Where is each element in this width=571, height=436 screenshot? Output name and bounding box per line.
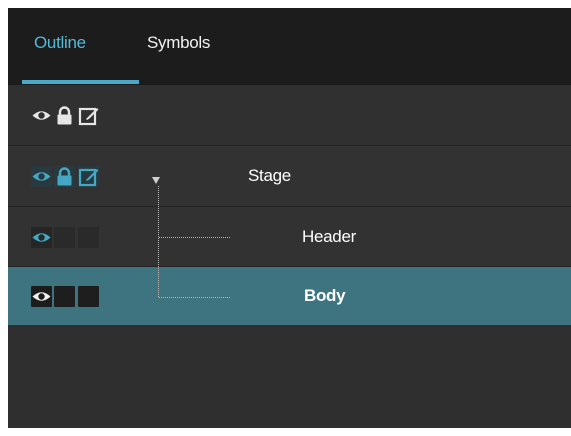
tree-label-body: Body: [304, 286, 346, 305]
empty-area: [8, 325, 571, 428]
tree-row-header[interactable]: Header: [8, 207, 571, 267]
eye-icon[interactable]: [31, 105, 52, 126]
edit-toggle[interactable]: [78, 227, 99, 248]
tab-outline[interactable]: Outline: [34, 33, 86, 53]
visibility-toggle-eye-icon[interactable]: [31, 286, 52, 307]
edit-toggle-edit-icon[interactable]: [78, 166, 99, 187]
tree-connector-body: [159, 297, 230, 298]
tree-connector-vertical: [158, 186, 159, 297]
tree-row-body[interactable]: Body: [8, 267, 571, 325]
expand-triangle-icon[interactable]: [151, 172, 161, 184]
lock-toggle[interactable]: [54, 227, 75, 248]
outline-panel: Outline Symbols Stage Header Body: [8, 8, 571, 428]
tree-connector-header: [159, 237, 230, 238]
tree-label-header: Header: [302, 227, 356, 246]
column-header-row: [8, 85, 571, 146]
lock-toggle-lock-icon[interactable]: [54, 166, 75, 187]
tab-bar: Outline Symbols: [8, 8, 571, 85]
lock-toggle[interactable]: [54, 286, 75, 307]
tab-symbols[interactable]: Symbols: [147, 33, 210, 53]
visibility-toggle-eye-icon[interactable]: [31, 166, 52, 187]
lock-icon[interactable]: [54, 105, 75, 126]
tree-label-stage: Stage: [248, 166, 291, 185]
active-tab-indicator: [22, 80, 139, 84]
visibility-toggle-eye-icon[interactable]: [31, 227, 52, 248]
tree-row-stage[interactable]: Stage: [8, 146, 571, 207]
edit-toggle[interactable]: [78, 286, 99, 307]
edit-icon[interactable]: [78, 105, 99, 126]
